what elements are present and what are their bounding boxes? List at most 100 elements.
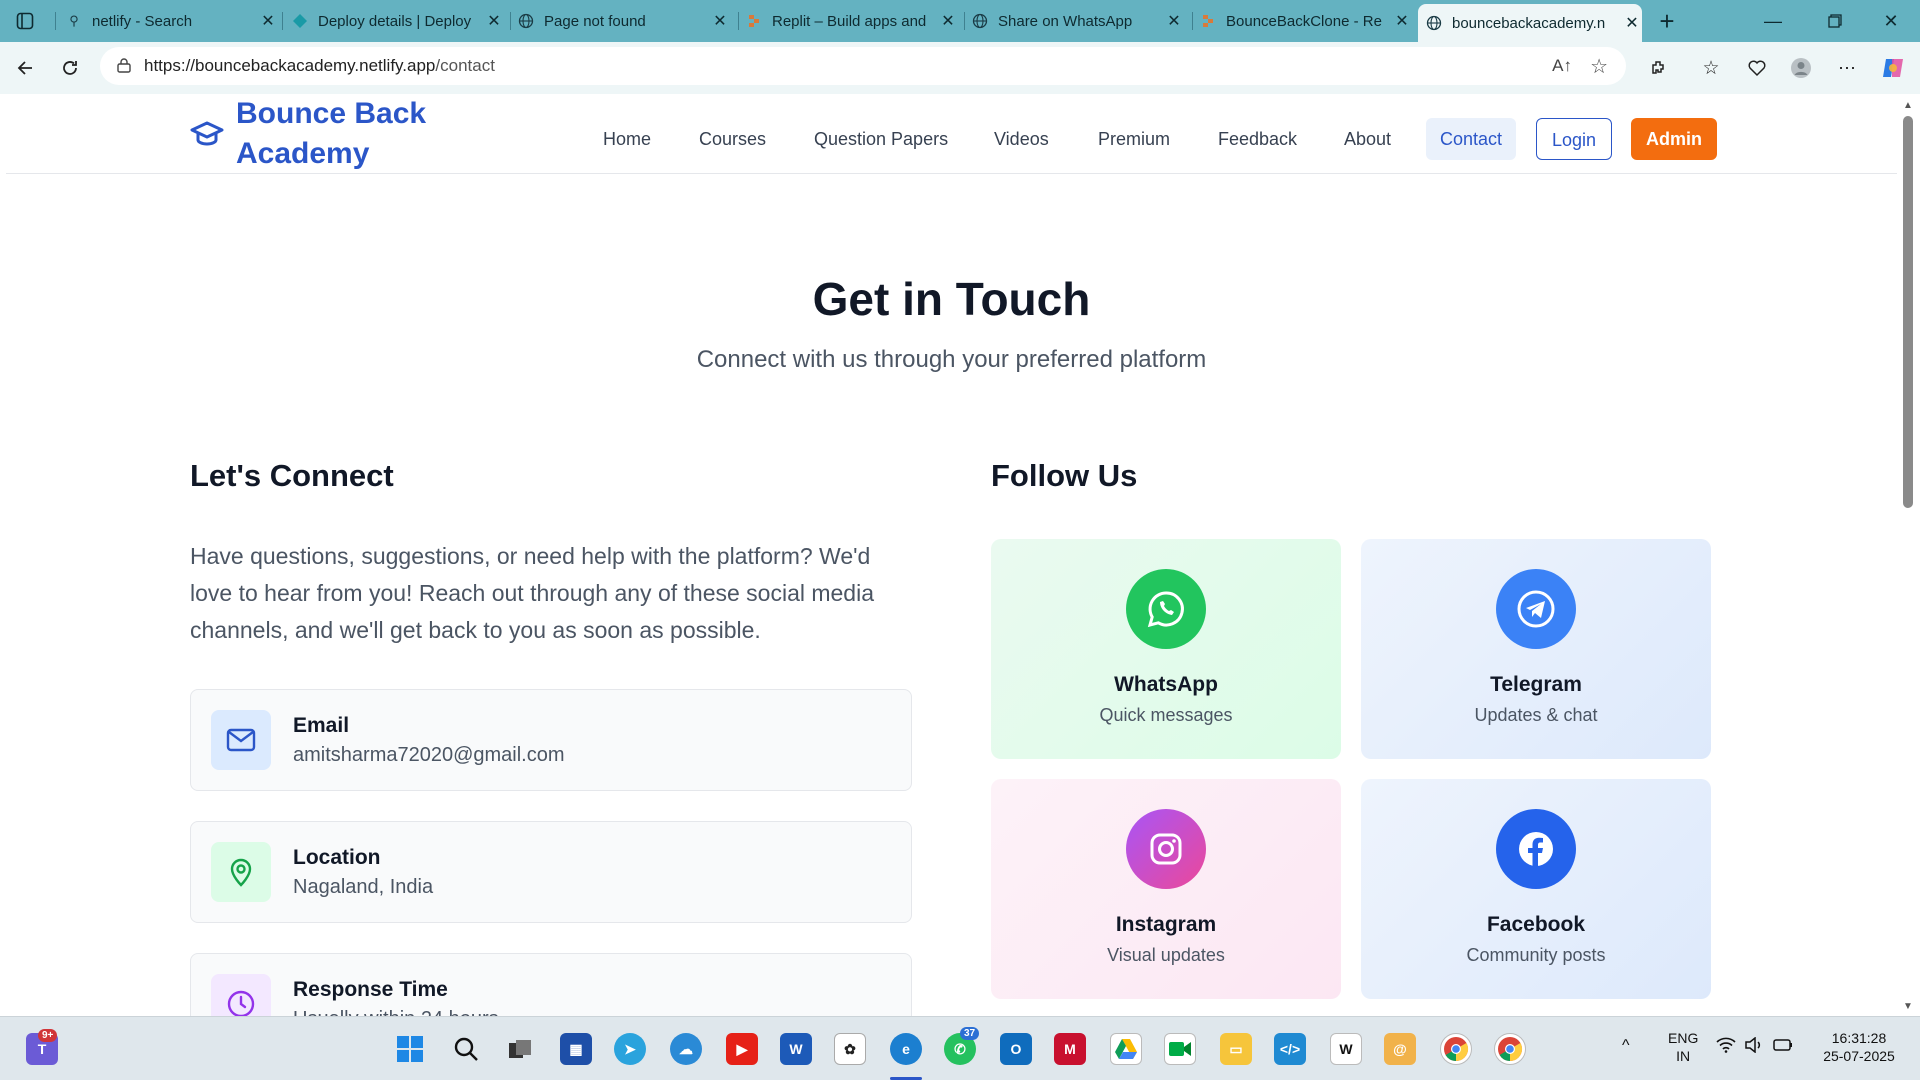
tab-netlify-search[interactable]: ⚲ netlify - Search ✕ xyxy=(66,6,278,36)
mail-app-icon[interactable]: @ xyxy=(1384,1033,1416,1065)
vscode-icon[interactable]: </> xyxy=(1274,1033,1306,1065)
extensions-icon[interactable] xyxy=(1644,53,1674,83)
search-icon[interactable] xyxy=(450,1033,482,1065)
close-icon[interactable]: ✕ xyxy=(938,11,958,31)
scroll-down-icon[interactable]: ▼ xyxy=(1903,1001,1913,1012)
back-icon[interactable] xyxy=(10,53,40,83)
email-label: Email xyxy=(293,714,350,737)
volume-icon[interactable] xyxy=(1744,1036,1764,1057)
telegram-app-icon[interactable]: ➤ xyxy=(614,1033,646,1065)
copilot-icon[interactable] xyxy=(1878,53,1908,83)
read-aloud-icon[interactable]: A↑ xyxy=(1552,56,1572,76)
browser-toolbar: https://bouncebackacademy.netlify.app/co… xyxy=(0,42,1920,94)
facebook-card[interactable]: Facebook Community posts xyxy=(1361,779,1711,999)
battery-icon[interactable] xyxy=(1772,1037,1794,1057)
tab-deploy-details[interactable]: Deploy details | Deploy ✕ xyxy=(292,6,504,36)
close-icon[interactable]: ✕ xyxy=(258,11,278,31)
nav-courses[interactable]: Courses xyxy=(699,118,766,160)
browser-essentials-icon[interactable] xyxy=(1742,53,1772,83)
tab-share-whatsapp[interactable]: Share on WhatsApp ✕ xyxy=(972,6,1184,36)
minimize-icon[interactable]: — xyxy=(1758,6,1788,36)
admin-button[interactable]: Admin xyxy=(1631,118,1717,160)
microsoft-store-icon[interactable]: ▦ xyxy=(560,1033,592,1065)
nav-home[interactable]: Home xyxy=(603,118,651,160)
url-path: /contact xyxy=(435,56,495,75)
scrollbar-thumb[interactable] xyxy=(1903,116,1913,508)
close-icon[interactable]: ✕ xyxy=(484,11,504,31)
close-icon[interactable]: ✕ xyxy=(1164,11,1184,31)
tab-separator xyxy=(55,12,56,30)
location-label: Location xyxy=(293,846,381,869)
facebook-card-desc: Community posts xyxy=(1466,945,1606,965)
edge-icon[interactable]: e xyxy=(890,1033,922,1065)
close-window-icon[interactable]: ✕ xyxy=(1876,6,1906,36)
brand-name: Bounce Back Academy xyxy=(236,94,446,174)
outlook-icon[interactable]: O xyxy=(1000,1033,1032,1065)
tab-bouncebackacademy-active[interactable]: bouncebackacademy.n ✕ xyxy=(1418,4,1642,42)
new-tab-icon[interactable]: + xyxy=(1652,6,1682,36)
nav-premium[interactable]: Premium xyxy=(1098,118,1170,160)
nav-contact[interactable]: Contact xyxy=(1426,118,1517,160)
word-icon[interactable]: W xyxy=(780,1033,812,1065)
wifi-icon[interactable] xyxy=(1716,1037,1736,1057)
graduation-cap-icon xyxy=(190,120,224,148)
clock[interactable]: 16:31:28 25-07-2025 xyxy=(1814,1029,1904,1065)
instagram-card[interactable]: Instagram Visual updates xyxy=(991,779,1341,999)
favorite-star-icon[interactable]: ☆ xyxy=(1590,54,1608,79)
page-title: Get in Touch xyxy=(812,273,1091,325)
globe-icon xyxy=(972,13,988,29)
tab-replit[interactable]: Replit – Build apps and ✕ xyxy=(746,6,958,36)
tab-separator xyxy=(1192,12,1193,30)
whatsapp-card-desc: Quick messages xyxy=(1099,705,1233,725)
youtube-icon[interactable]: ▶ xyxy=(726,1033,758,1065)
tab-page-not-found[interactable]: Page not found ✕ xyxy=(518,6,730,36)
chrome-profile-icon[interactable] xyxy=(1494,1033,1526,1065)
weather-app-icon[interactable]: ☁ xyxy=(670,1033,702,1065)
tab-actions-icon[interactable] xyxy=(10,6,40,36)
chatgpt-icon[interactable]: ✿ xyxy=(834,1033,866,1065)
nav-feedback[interactable]: Feedback xyxy=(1218,118,1297,160)
nav-videos[interactable]: Videos xyxy=(994,118,1049,160)
globe-icon xyxy=(518,13,534,29)
tab-title: Share on WhatsApp xyxy=(998,12,1133,30)
login-button[interactable]: Login xyxy=(1536,118,1613,160)
brand-logo-link[interactable]: Bounce Back Academy xyxy=(190,94,446,174)
email-value[interactable]: amitsharma72020@gmail.com xyxy=(293,744,565,767)
close-icon[interactable]: ✕ xyxy=(1392,11,1412,31)
nav-question-papers[interactable]: Question Papers xyxy=(814,118,948,160)
windows-start-icon[interactable] xyxy=(394,1033,426,1065)
favorites-icon[interactable]: ☆ xyxy=(1696,53,1726,83)
file-explorer-icon[interactable]: ▭ xyxy=(1220,1033,1252,1065)
close-icon[interactable]: ✕ xyxy=(710,11,730,31)
app-icon-w[interactable]: W xyxy=(1330,1033,1362,1065)
location-info-card: Location Nagaland, India xyxy=(190,821,912,923)
google-drive-icon[interactable] xyxy=(1110,1033,1142,1065)
profile-avatar-icon[interactable] xyxy=(1786,53,1816,83)
site-header: Bounce Back Academy Home Courses Question… xyxy=(6,94,1897,174)
whatsapp-badge: 37 xyxy=(960,1027,980,1040)
task-view-icon[interactable] xyxy=(504,1033,536,1065)
nav-about[interactable]: About xyxy=(1344,118,1391,160)
restore-icon[interactable] xyxy=(1820,6,1850,36)
telegram-card[interactable]: Telegram Updates & chat xyxy=(1361,539,1711,759)
site-info-icon[interactable] xyxy=(116,58,132,74)
chrome-icon[interactable] xyxy=(1440,1033,1472,1065)
close-icon[interactable]: ✕ xyxy=(1622,13,1642,33)
web-page: Bounce Back Academy Home Courses Question… xyxy=(6,94,1897,1016)
connect-intro-text: Have questions, suggestions, or need hel… xyxy=(190,543,875,643)
tab-bouncebackclone[interactable]: BounceBackClone - Re ✕ xyxy=(1200,6,1412,36)
tab-title: BounceBackClone - Re xyxy=(1226,12,1382,30)
page-scrollbar[interactable]: ▲ ▼ xyxy=(1897,94,1920,1016)
scroll-up-icon[interactable]: ▲ xyxy=(1903,100,1913,111)
address-bar[interactable]: https://bouncebackacademy.netlify.app/co… xyxy=(100,47,1626,85)
show-hidden-icons-icon[interactable]: ^ xyxy=(1622,1037,1630,1055)
mcafee-icon[interactable]: M xyxy=(1054,1033,1086,1065)
language-code: ENG xyxy=(1668,1030,1699,1046)
refresh-icon[interactable] xyxy=(55,53,85,83)
google-meet-icon[interactable] xyxy=(1164,1033,1196,1065)
email-info-card[interactable]: Email amitsharma72020@gmail.com xyxy=(190,689,912,791)
more-options-icon[interactable]: ⋯ xyxy=(1832,53,1862,83)
whatsapp-card[interactable]: WhatsApp Quick messages xyxy=(991,539,1341,759)
telegram-card-title: Telegram xyxy=(1490,673,1582,696)
language-indicator[interactable]: ENG IN xyxy=(1668,1029,1698,1065)
